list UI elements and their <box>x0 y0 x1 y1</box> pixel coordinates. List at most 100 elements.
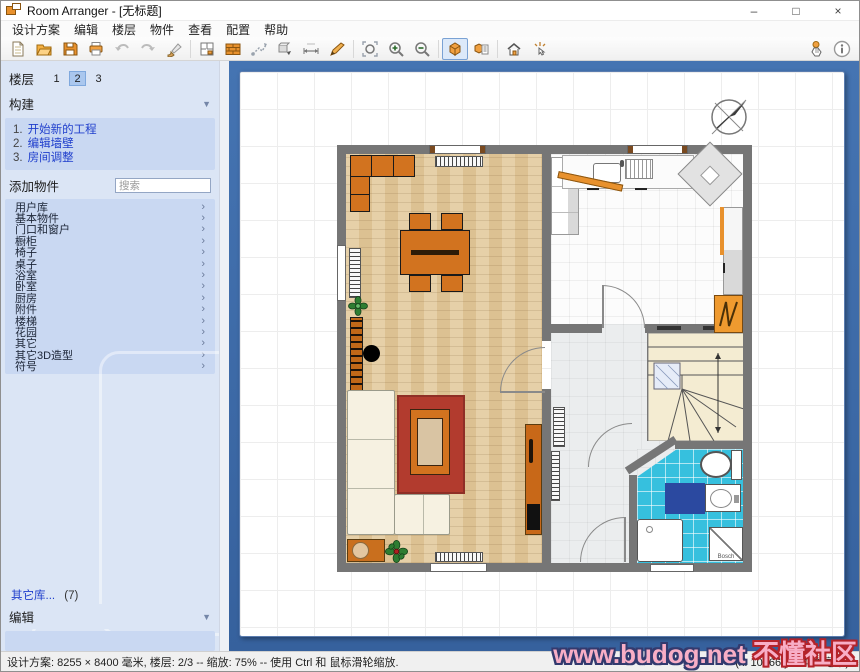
faucet <box>620 160 624 167</box>
step-number: 3. <box>13 152 23 164</box>
dining-table[interactable] <box>400 230 470 275</box>
new-document-icon[interactable] <box>5 38 31 60</box>
minimize-button[interactable]: – <box>733 1 775 20</box>
radiator[interactable] <box>349 248 361 298</box>
window-title: Room Arranger - [无标题] <box>27 2 162 19</box>
corner-sofa[interactable] <box>350 176 370 212</box>
floor-tab[interactable]: 2 <box>69 71 86 86</box>
build-steps-panel: 1.开始新的工程 2.编辑墙壁 3. 房间调整 <box>5 118 215 170</box>
step-link[interactable]: 开始新的工程 <box>28 124 97 136</box>
add-objects-label: 添加物件 <box>9 176 59 195</box>
open-folder-icon[interactable] <box>31 38 57 60</box>
kitchen-side-counter[interactable] <box>723 207 743 295</box>
sofa[interactable] <box>347 390 395 535</box>
close-button[interactable]: × <box>817 1 859 20</box>
zoom-out-icon[interactable] <box>409 38 435 60</box>
shelf-unit[interactable] <box>350 317 363 393</box>
undo-icon[interactable] <box>109 38 135 60</box>
menu-item[interactable]: 编辑 <box>67 21 105 38</box>
kitchen-appliance[interactable] <box>714 295 743 333</box>
zoom-in-icon[interactable] <box>383 38 409 60</box>
step-link[interactable]: 房间调整 <box>28 152 74 164</box>
wall-interior-vertical-lower[interactable] <box>542 389 551 563</box>
menu-item[interactable]: 查看 <box>181 21 219 38</box>
menu-item[interactable]: 物件 <box>143 21 181 38</box>
menu-item[interactable]: 帮助 <box>257 21 295 38</box>
walkthrough-icon[interactable] <box>501 38 527 60</box>
pointer-hand-icon[interactable] <box>803 38 829 60</box>
shower-tray[interactable] <box>637 519 683 562</box>
save-icon[interactable] <box>57 38 83 60</box>
collapse-arrow-icon[interactable]: ▼ <box>202 612 211 622</box>
wall-right[interactable] <box>743 145 752 572</box>
view-3d-icon[interactable] <box>442 38 468 60</box>
build-section-header[interactable]: 构建 ▼ <box>1 91 219 116</box>
dining-chair[interactable] <box>441 275 463 292</box>
floor-lamp[interactable] <box>363 345 380 362</box>
radiator[interactable] <box>435 552 483 562</box>
floor-plan[interactable]: Bosch <box>337 145 752 572</box>
window-top-kitchen[interactable] <box>627 145 688 154</box>
print-icon[interactable] <box>83 38 109 60</box>
build-step[interactable]: 3. 房间调整 <box>13 151 207 165</box>
wall-hall-left[interactable] <box>551 324 602 333</box>
edit-section-header[interactable]: 编辑 ▼ <box>1 604 219 629</box>
corner-sofa[interactable] <box>350 155 415 177</box>
compass-symbol[interactable] <box>706 94 752 143</box>
menu-item[interactable]: 设计方案 <box>5 21 67 38</box>
step-link[interactable]: 编辑墙壁 <box>28 138 74 150</box>
staircase[interactable] <box>647 333 743 441</box>
move-points-icon[interactable] <box>246 38 272 60</box>
floor-tab[interactable]: 1 <box>48 71 65 86</box>
window-left-living[interactable] <box>337 245 346 301</box>
menu-item[interactable]: 楼层 <box>105 21 143 38</box>
sidebar-splitter[interactable] <box>219 61 229 651</box>
chevron-right-icon: › <box>201 280 205 292</box>
info-icon[interactable] <box>829 38 855 60</box>
edit-pen-icon[interactable] <box>324 38 350 60</box>
toilet[interactable] <box>700 451 732 478</box>
zoom-fit-icon[interactable] <box>357 38 383 60</box>
room-wizard-icon[interactable] <box>194 38 220 60</box>
window-top-living[interactable] <box>429 145 486 154</box>
potted-plant[interactable] <box>348 296 368 319</box>
redo-icon[interactable] <box>135 38 161 60</box>
bath-mat[interactable] <box>665 483 705 514</box>
format-painter-icon[interactable] <box>161 38 187 60</box>
tv-cabinet[interactable] <box>525 424 542 535</box>
search-input[interactable] <box>115 178 211 193</box>
bathroom-sink[interactable] <box>705 484 741 512</box>
coffee-table[interactable] <box>410 409 450 475</box>
potted-plant[interactable] <box>385 540 408 566</box>
wall-top[interactable] <box>337 145 752 154</box>
wall-left[interactable] <box>337 145 346 572</box>
door-entrance-leaf <box>624 517 626 562</box>
window-bottom-living[interactable] <box>430 563 487 572</box>
radiator[interactable] <box>553 407 565 447</box>
more-libraries-link[interactable]: 其它库... <box>11 590 55 602</box>
sofa-chaise[interactable] <box>394 494 450 535</box>
build-walls-icon[interactable] <box>220 38 246 60</box>
radiator[interactable] <box>435 156 483 167</box>
object-list-icon[interactable] <box>468 38 494 60</box>
build-step[interactable]: 2.编辑墙壁 <box>13 137 207 151</box>
side-table[interactable] <box>347 539 385 562</box>
maximize-button[interactable]: □ <box>775 1 817 20</box>
canvas-page[interactable]: Bosch <box>239 71 845 637</box>
collapse-arrow-icon[interactable]: ▼ <box>202 99 211 109</box>
radiator[interactable] <box>551 451 560 501</box>
dining-chair[interactable] <box>409 275 431 292</box>
dining-chair[interactable] <box>409 213 431 230</box>
click-action-icon[interactable] <box>527 38 553 60</box>
insert-object-icon[interactable] <box>272 38 298 60</box>
wall-interior-vertical-upper[interactable] <box>542 154 551 341</box>
wall-bathroom-top[interactable] <box>675 441 743 449</box>
floor-tab[interactable]: 3 <box>90 71 107 86</box>
wall-bathroom-left[interactable] <box>629 475 637 563</box>
build-step[interactable]: 1.开始新的工程 <box>13 123 207 137</box>
menu-item[interactable]: 配置 <box>219 21 257 38</box>
measure-icon[interactable] <box>298 38 324 60</box>
dining-chair[interactable] <box>441 213 463 230</box>
washing-machine[interactable]: Bosch <box>709 527 743 561</box>
window-bathroom[interactable] <box>650 564 694 572</box>
